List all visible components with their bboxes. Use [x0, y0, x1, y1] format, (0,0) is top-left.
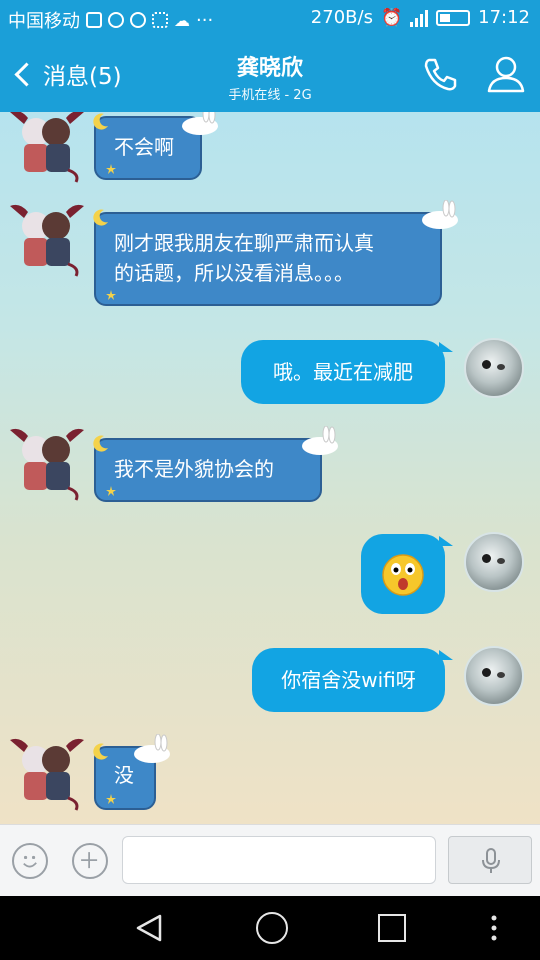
microphone-icon — [482, 848, 500, 873]
grid-app-icon — [152, 12, 168, 28]
network-speed: 270B/s — [310, 7, 373, 28]
system-navigation-bar — [0, 896, 540, 960]
contact-avatar[interactable] — [10, 202, 84, 278]
cloud-icon: ☁ — [174, 10, 190, 30]
chat-area[interactable]: 不会啊 刚才跟我朋友在聊严肃而认真 的话题，所以没看消息。。。 哦。最近在减肥 … — [0, 112, 540, 824]
message-text-line: 刚才跟我朋友在聊严肃而认真 — [114, 231, 374, 255]
contact-profile-icon[interactable] — [484, 54, 528, 94]
nav-recent-apps-icon[interactable] — [378, 914, 406, 942]
star-decoration-icon — [106, 164, 116, 174]
message-text: 我不是外貌协会的 — [114, 457, 274, 481]
moon-decoration-icon — [93, 435, 108, 452]
bunny-decoration-icon — [302, 426, 338, 455]
bubble-tail — [439, 342, 453, 352]
phone-call-icon[interactable] — [420, 54, 460, 94]
contact-title-block: 龚晓欣 手机在线 - 2G — [170, 50, 370, 103]
star-decoration-icon — [106, 794, 116, 804]
message-bubble-incoming[interactable]: 不会啊 — [93, 112, 218, 180]
message-bubble-outgoing[interactable] — [361, 534, 453, 614]
contact-avatar[interactable] — [10, 112, 84, 184]
star-decoration-icon — [106, 486, 116, 496]
message-text: 你宿舍没wifi呀 — [281, 668, 416, 692]
surprised-face-emoji-icon — [382, 554, 424, 596]
contact-status: 手机在线 - 2G — [228, 88, 312, 103]
message-text-line: 的话题，所以没看消息。。。 — [114, 261, 354, 285]
message-bubble-incoming[interactable]: 我不是外貌协会的 — [93, 426, 338, 502]
message-text-input[interactable] — [122, 836, 436, 884]
message-input-bar — [0, 824, 540, 897]
message-bubble-incoming[interactable]: 刚才跟我朋友在聊严肃而认真 的话题，所以没看消息。。。 — [93, 200, 458, 306]
bubble-tail — [439, 650, 453, 660]
message-bubble-outgoing[interactable]: 哦。最近在减肥 — [241, 340, 453, 404]
bubble-tail — [439, 536, 453, 546]
nav-more-menu-icon[interactable] — [490, 914, 498, 942]
signal-icon — [410, 9, 429, 27]
star-decoration-icon — [106, 290, 116, 300]
contact-avatar[interactable] — [10, 426, 84, 502]
message-text: 没 — [114, 763, 134, 787]
moon-decoration-icon — [93, 743, 108, 760]
add-attachment-icon[interactable] — [72, 843, 108, 879]
bunny-decoration-icon — [422, 200, 458, 229]
nav-home-icon[interactable] — [256, 912, 288, 944]
battery-icon — [436, 9, 471, 26]
back-button[interactable]: 消息(5) — [12, 54, 122, 94]
message-bubble-outgoing[interactable]: 你宿舍没wifi呀 — [252, 648, 453, 712]
my-avatar[interactable] — [464, 646, 524, 706]
emoji-picker-icon[interactable] — [12, 843, 48, 879]
nav-back-icon[interactable] — [134, 912, 166, 944]
bunny-decoration-icon — [182, 112, 218, 135]
voice-input-button[interactable] — [448, 836, 532, 884]
moon-decoration-icon — [93, 113, 108, 130]
bunny-decoration-icon — [134, 734, 170, 763]
message-text: 不会啊 — [114, 135, 174, 159]
more-notifications-icon: ··· — [196, 9, 214, 31]
app-notification-icon-2 — [130, 12, 146, 28]
chevron-left-icon — [14, 61, 39, 87]
carrier-label: 中国移动 — [8, 11, 80, 32]
alarm-icon: ⏰ — [380, 7, 403, 28]
my-avatar[interactable] — [464, 532, 524, 592]
image-notification-icon — [86, 12, 102, 28]
back-label: 消息(5) — [43, 64, 122, 90]
status-bar: 中国移动 ☁ ··· 270B/s ⏰ 17:12 — [0, 0, 540, 36]
my-avatar[interactable] — [464, 338, 524, 398]
moon-decoration-icon — [93, 209, 108, 226]
message-text: 哦。最近在减肥 — [273, 360, 413, 384]
clock: 17:12 — [478, 7, 530, 28]
contact-avatar[interactable] — [10, 736, 84, 812]
message-bubble-incoming[interactable]: 没 — [93, 734, 170, 810]
contact-name: 龚晓欣 — [236, 56, 303, 81]
chat-header: 消息(5) 龚晓欣 手机在线 - 2G — [0, 36, 540, 112]
app-notification-icon — [108, 12, 124, 28]
